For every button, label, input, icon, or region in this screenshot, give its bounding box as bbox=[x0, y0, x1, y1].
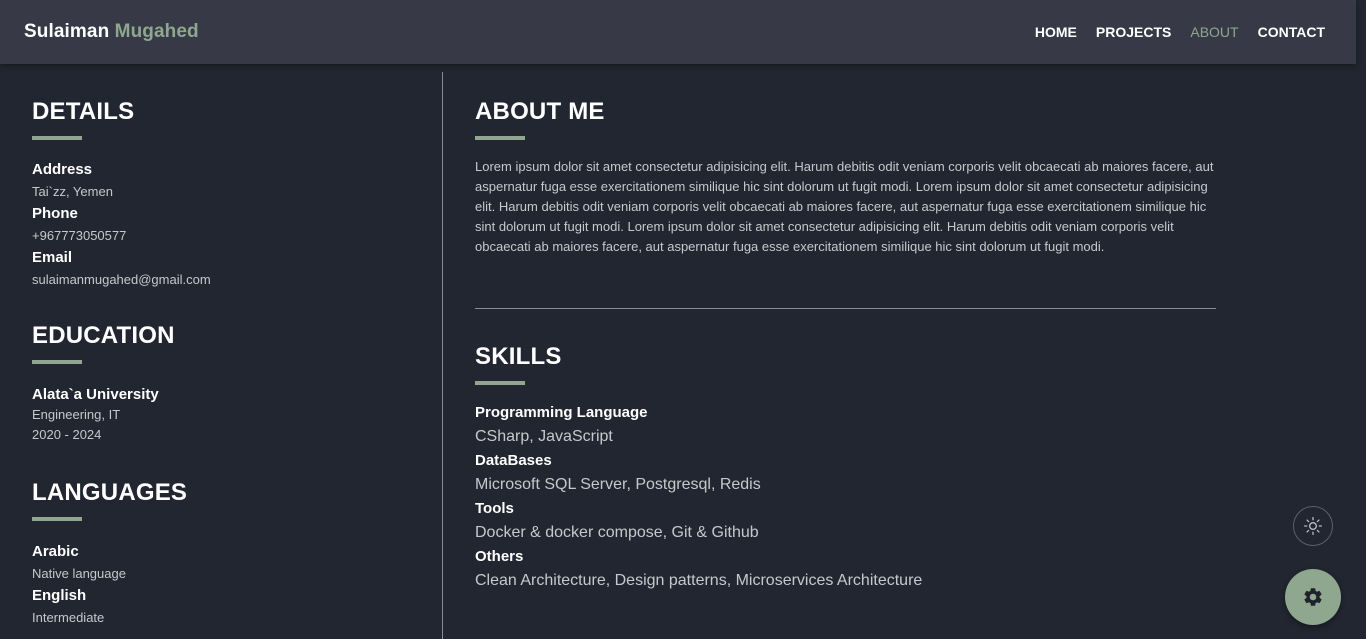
language-name: Arabic bbox=[32, 543, 79, 560]
nav-contact-link[interactable]: CONTACT bbox=[1258, 24, 1325, 40]
skill-category-label: DataBases bbox=[475, 452, 552, 469]
brand-last-name: Mugahed bbox=[114, 21, 199, 42]
details-title: DETAILS bbox=[32, 98, 135, 125]
email-value: sulaimanmugahed@gmail.com bbox=[32, 272, 211, 287]
nav-links: HOME PROJECTS ABOUT CONTACT bbox=[1035, 24, 1325, 40]
left-column: DETAILS Address Tai`zz, Yemen Phone +967… bbox=[32, 72, 442, 639]
phone-value: +967773050577 bbox=[32, 228, 127, 243]
skills-section: SKILLS Programming Language CSharp, Java… bbox=[475, 343, 1217, 595]
skill-category-value: CSharp, JavaScript bbox=[475, 428, 613, 445]
skill-category-value: Clean Architecture, Design patterns, Mic… bbox=[475, 572, 923, 589]
theme-toggle-button[interactable] bbox=[1293, 506, 1333, 546]
skills-title-underline bbox=[475, 381, 525, 385]
column-divider bbox=[442, 72, 443, 639]
sun-icon bbox=[1304, 517, 1322, 535]
education-title-underline bbox=[32, 360, 82, 364]
language-name: English bbox=[32, 587, 87, 604]
education-title: EDUCATION bbox=[32, 322, 175, 349]
address-label: Address bbox=[32, 161, 93, 178]
skill-category-value: Docker & docker compose, Git & Github bbox=[475, 524, 759, 541]
nav-projects-link[interactable]: PROJECTS bbox=[1096, 24, 1171, 40]
phone-label: Phone bbox=[32, 205, 78, 222]
details-section: DETAILS Address Tai`zz, Yemen Phone +967… bbox=[32, 98, 211, 292]
section-divider bbox=[475, 308, 1216, 309]
navbar: Sulaiman Mugahed HOME PROJECTS ABOUT CON… bbox=[0, 0, 1356, 64]
skill-category-value: Microsoft SQL Server, Postgresql, Redis bbox=[475, 476, 761, 493]
details-title-underline bbox=[32, 136, 82, 140]
language-level: Native language bbox=[32, 566, 126, 581]
brand-logo[interactable]: Sulaiman Mugahed bbox=[24, 21, 199, 43]
address-value: Tai`zz, Yemen bbox=[32, 184, 113, 199]
education-years: 2020 - 2024 bbox=[32, 427, 102, 442]
page-scrollbar[interactable] bbox=[1356, 0, 1366, 639]
skills-title: SKILLS bbox=[475, 343, 562, 370]
about-section: ABOUT ME Lorem ipsum dolor sit amet cons… bbox=[475, 98, 1217, 257]
email-label: Email bbox=[32, 249, 73, 266]
about-title-underline bbox=[475, 136, 525, 140]
about-title: ABOUT ME bbox=[475, 98, 605, 125]
about-text: Lorem ipsum dolor sit amet consectetur a… bbox=[475, 159, 1214, 254]
skill-category-label: Programming Language bbox=[475, 404, 648, 421]
education-section: EDUCATION Alata`a University Engineering… bbox=[32, 322, 175, 445]
languages-section: LANGUAGES Arabic Native language English… bbox=[32, 479, 187, 630]
skill-category-label: Tools bbox=[475, 500, 514, 517]
brand-first-name: Sulaiman bbox=[24, 21, 110, 42]
gear-icon bbox=[1304, 588, 1322, 606]
nav-home-link[interactable]: HOME bbox=[1035, 24, 1077, 40]
education-school: Alata`a University bbox=[32, 386, 159, 403]
languages-title: LANGUAGES bbox=[32, 479, 188, 506]
languages-title-underline bbox=[32, 517, 82, 521]
skill-category-label: Others bbox=[475, 548, 524, 565]
language-level: Intermediate bbox=[32, 610, 105, 625]
settings-button[interactable] bbox=[1285, 569, 1341, 625]
nav-about-link[interactable]: ABOUT bbox=[1190, 24, 1238, 40]
education-field: Engineering, IT bbox=[32, 407, 121, 422]
